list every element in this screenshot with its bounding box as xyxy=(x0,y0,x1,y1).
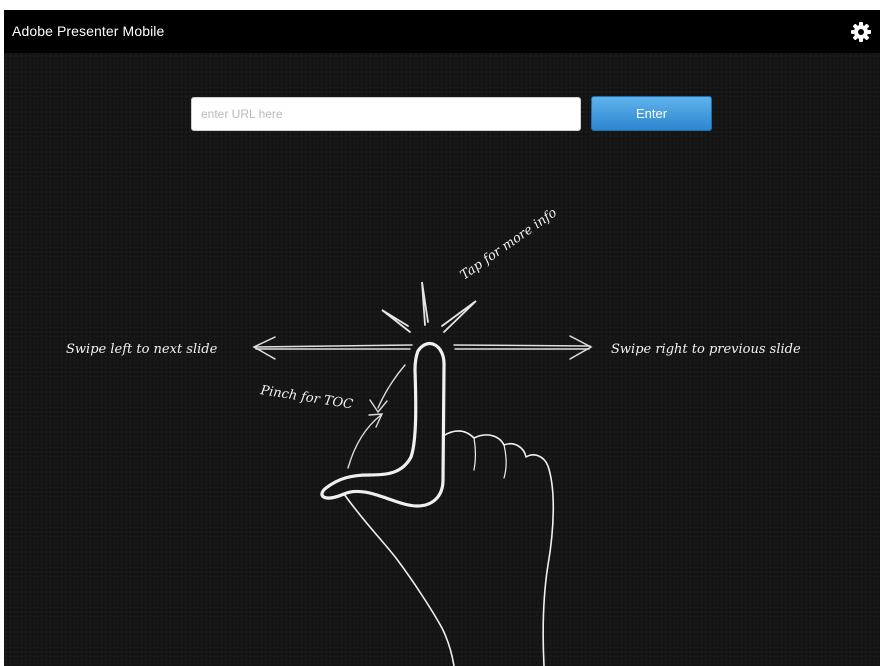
swipe-left-arrow xyxy=(252,336,413,360)
swipe-right-arrow xyxy=(453,335,593,360)
gesture-illustration: Tap for more info Swipe left to next sli… xyxy=(66,205,801,666)
pinch-hint: Pinch for TOC xyxy=(258,383,354,413)
tap-rays xyxy=(381,281,477,333)
tap-hint: Tap for more info xyxy=(458,205,560,283)
hand-outline xyxy=(320,342,555,666)
swipe-right-hint: Swipe right to previous slide xyxy=(611,342,801,357)
app-window: Adobe Presenter Mobile Enter xyxy=(4,10,880,666)
swipe-left-hint: Swipe left to next slide xyxy=(66,342,218,357)
pinch-arrows xyxy=(347,364,406,469)
